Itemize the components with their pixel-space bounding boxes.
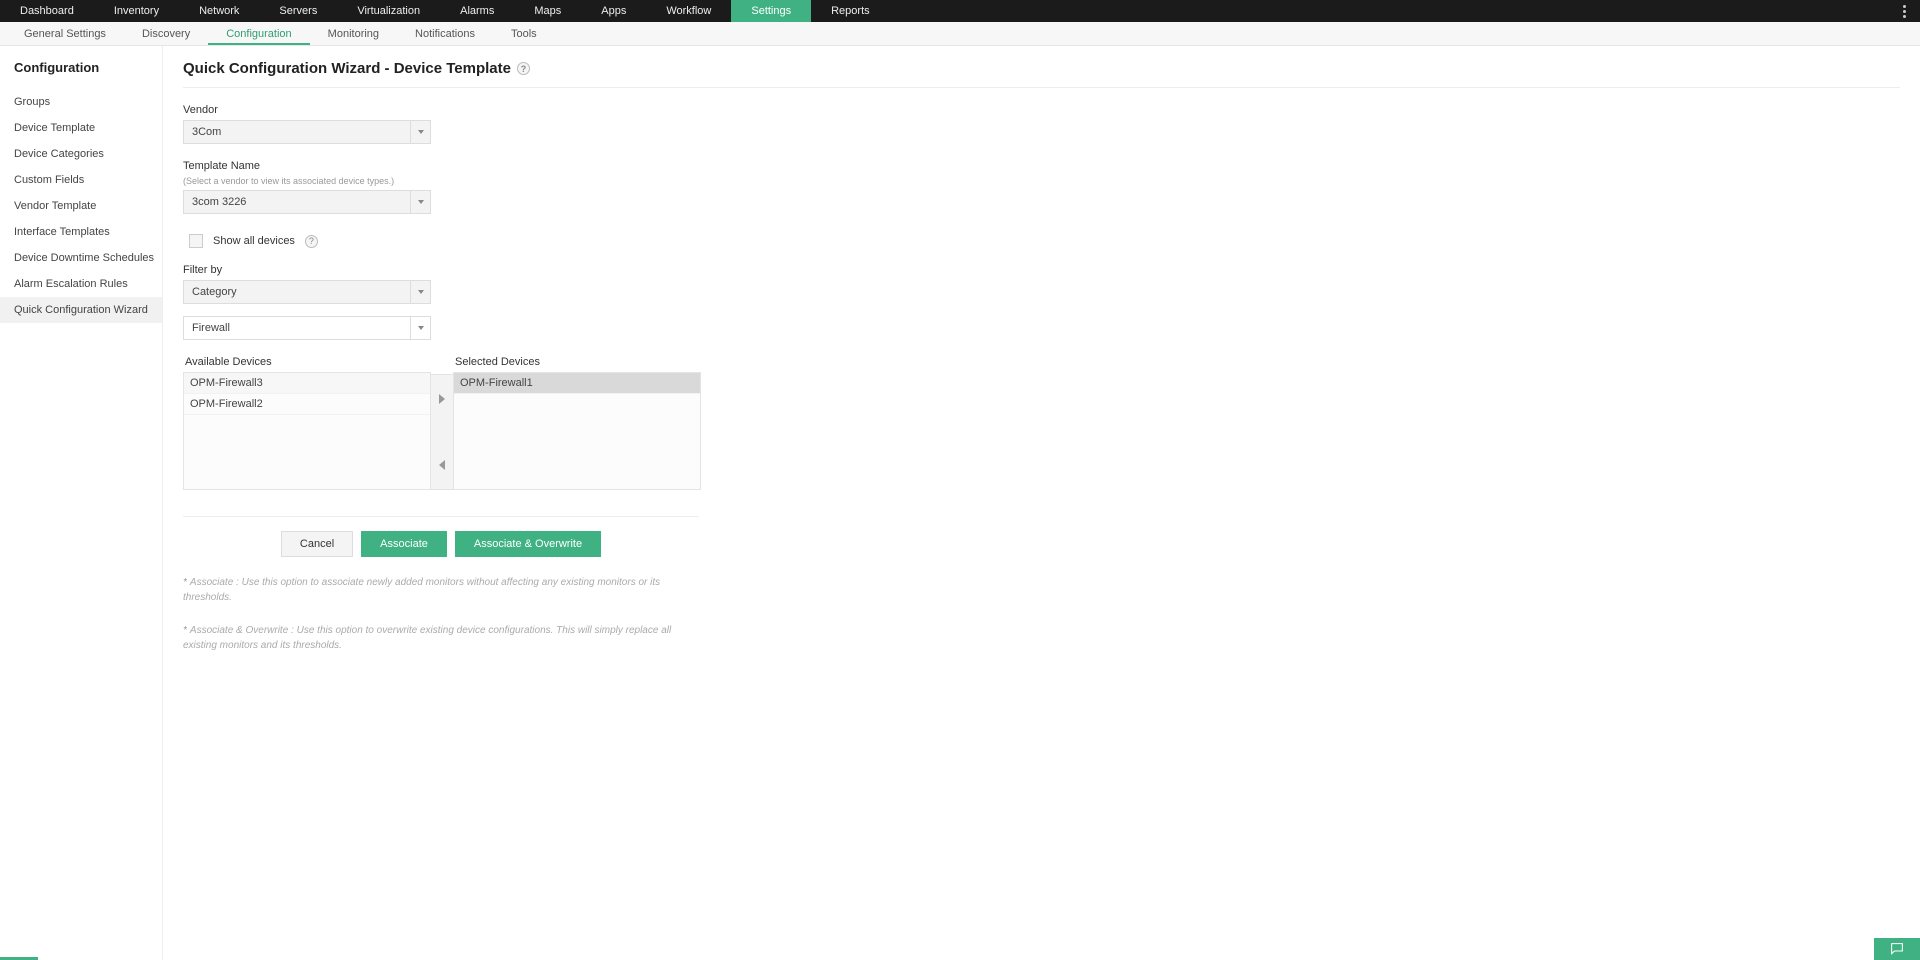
divider: [183, 516, 699, 517]
subnav-item-general[interactable]: General Settings: [6, 22, 124, 45]
chat-fab[interactable]: [1874, 938, 1920, 960]
chevron-down-icon: [410, 317, 430, 339]
subnav-item-discovery[interactable]: Discovery: [124, 22, 208, 45]
template-select-value: 3com 3226: [192, 196, 246, 208]
topnav-item-maps[interactable]: Maps: [514, 0, 581, 22]
note-associate: *Associate : Use this option to associat…: [183, 575, 683, 605]
topnav-item-reports[interactable]: Reports: [811, 0, 890, 22]
show-all-checkbox[interactable]: [189, 234, 203, 248]
subnav-item-monitoring[interactable]: Monitoring: [310, 22, 397, 45]
sidebar-item-quick-config-wizard[interactable]: Quick Configuration Wizard: [0, 297, 163, 323]
template-label: Template Name: [183, 160, 743, 172]
topnav-item-servers[interactable]: Servers: [259, 0, 337, 22]
sidebar-item-custom-fields[interactable]: Custom Fields: [12, 167, 162, 193]
move-left-button[interactable]: [431, 445, 453, 485]
topnav-item-dashboard[interactable]: Dashboard: [0, 0, 94, 22]
page-title: Quick Configuration Wizard - Device Temp…: [183, 60, 1900, 88]
topnav-item-workflow[interactable]: Workflow: [646, 0, 731, 22]
sidebar-item-groups[interactable]: Groups: [12, 89, 162, 115]
topnav-item-settings[interactable]: Settings: [731, 0, 811, 22]
main-content: Quick Configuration Wizard - Device Temp…: [162, 46, 1920, 960]
help-icon[interactable]: ?: [517, 62, 530, 75]
page-title-text: Quick Configuration Wizard - Device Temp…: [183, 60, 511, 77]
list-item[interactable]: OPM-Firewall1: [454, 373, 700, 394]
arrow-right-icon: [439, 394, 445, 404]
template-sublabel: (Select a vendor to view its associated …: [183, 176, 743, 186]
cancel-button[interactable]: Cancel: [281, 531, 353, 557]
subnav-item-configuration[interactable]: Configuration: [208, 22, 309, 45]
note-associate-text: Associate : Use this option to associate…: [183, 577, 660, 603]
sub-nav: General Settings Discovery Configuration…: [0, 22, 1920, 46]
filterby-select[interactable]: Category: [183, 280, 431, 304]
vendor-label: Vendor: [183, 104, 743, 116]
associate-button[interactable]: Associate: [361, 531, 447, 557]
topnav-item-alarms[interactable]: Alarms: [440, 0, 514, 22]
filterby-select-value: Category: [192, 286, 237, 298]
sidebar-item-vendor-template[interactable]: Vendor Template: [12, 193, 162, 219]
arrow-left-icon: [439, 460, 445, 470]
chevron-down-icon: [410, 281, 430, 303]
note-associate-overwrite-text: Associate & Overwrite : Use this option …: [183, 625, 671, 651]
chevron-down-icon: [410, 191, 430, 213]
sidebar-title: Configuration: [14, 60, 162, 75]
chevron-down-icon: [410, 121, 430, 143]
list-item[interactable]: OPM-Firewall3: [184, 373, 430, 394]
filterby-label: Filter by: [183, 264, 743, 276]
button-row: Cancel Associate Associate & Overwrite: [183, 531, 699, 557]
topnav-more-icon[interactable]: [1894, 0, 1914, 22]
associate-overwrite-button[interactable]: Associate & Overwrite: [455, 531, 601, 557]
sidebar-item-device-template[interactable]: Device Template: [12, 115, 162, 141]
subnav-item-notifications[interactable]: Notifications: [397, 22, 493, 45]
sidebar: Configuration Groups Device Template Dev…: [0, 46, 162, 960]
available-devices-list[interactable]: OPM-Firewall3 OPM-Firewall2: [183, 372, 431, 490]
filter-value-select[interactable]: Firewall: [183, 316, 431, 340]
sidebar-item-device-categories[interactable]: Device Categories: [12, 141, 162, 167]
list-item[interactable]: OPM-Firewall2: [184, 394, 430, 415]
topnav-item-virtualization[interactable]: Virtualization: [337, 0, 440, 22]
device-dual-list: Available Devices OPM-Firewall3 OPM-Fire…: [183, 350, 1900, 490]
sidebar-item-device-downtime[interactable]: Device Downtime Schedules: [12, 245, 162, 271]
note-associate-overwrite: *Associate & Overwrite : Use this option…: [183, 623, 683, 653]
sidebar-item-interface-templates[interactable]: Interface Templates: [12, 219, 162, 245]
top-nav: Dashboard Inventory Network Servers Virt…: [0, 0, 1920, 22]
template-select[interactable]: 3com 3226: [183, 190, 431, 214]
topnav-item-network[interactable]: Network: [179, 0, 259, 22]
filter-value-select-value: Firewall: [192, 322, 230, 334]
sidebar-item-alarm-escalation[interactable]: Alarm Escalation Rules: [12, 271, 162, 297]
selected-devices-label: Selected Devices: [453, 350, 701, 372]
help-icon[interactable]: ?: [305, 235, 318, 248]
vendor-select-value: 3Com: [192, 126, 221, 138]
selected-devices-list[interactable]: OPM-Firewall1: [453, 372, 701, 490]
vendor-select[interactable]: 3Com: [183, 120, 431, 144]
topnav-item-apps[interactable]: Apps: [581, 0, 646, 22]
move-right-button[interactable]: [431, 379, 453, 419]
show-all-label: Show all devices: [213, 235, 295, 247]
subnav-item-tools[interactable]: Tools: [493, 22, 555, 45]
chat-icon: [1889, 941, 1905, 957]
available-devices-label: Available Devices: [183, 350, 431, 372]
topnav-item-inventory[interactable]: Inventory: [94, 0, 179, 22]
